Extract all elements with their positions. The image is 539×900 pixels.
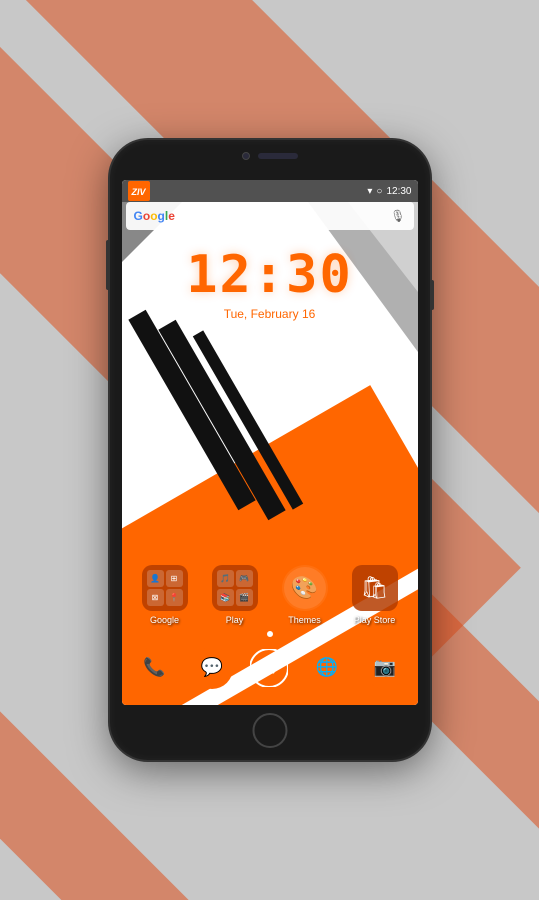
app-icons-row: 👤 ⊞ ⊠ 📍 Google 🎵 🎮 📚 🎬	[130, 565, 410, 625]
av-logo-text: ZIV	[132, 187, 146, 197]
phone-top-details	[242, 152, 298, 160]
play-store-label: Play Store	[354, 615, 396, 625]
status-bar: ZIV ▾ ○ 12:30	[122, 180, 418, 202]
app-play[interactable]: 🎵 🎮 📚 🎬 Play	[212, 565, 258, 625]
play-icon-grid: 🎵 🎮 📚 🎬	[217, 570, 253, 606]
play-grid-1: 🎵	[217, 570, 234, 587]
play-store-icon-bg: 🛍	[352, 565, 398, 611]
status-time: 12:30	[386, 186, 411, 197]
bottom-dock: 📞 💬 AV 🌐 📷	[126, 640, 414, 695]
play-grid-4: 🎬	[236, 589, 253, 606]
themes-label: Themes	[288, 615, 321, 625]
google-logo: Google	[134, 209, 175, 223]
google-grid-3: ⊠	[147, 589, 164, 606]
play-label: Play	[226, 615, 244, 625]
signal-icon: ○	[376, 186, 382, 197]
status-left: ZIV	[128, 181, 150, 201]
earpiece-speaker	[258, 153, 298, 159]
play-grid-3: 📚	[217, 589, 234, 606]
app-google[interactable]: 👤 ⊞ ⊠ 📍 Google	[142, 565, 188, 625]
page-indicator-dot	[267, 631, 273, 637]
av-logo-bg: ZIV	[128, 181, 150, 201]
phone-screen: ZIV ▾ ○ 12:30 Google 🎙 12:30 Tue, Februa…	[122, 180, 418, 705]
search-bar[interactable]: Google 🎙	[126, 202, 414, 230]
camera-icon: 📷	[373, 657, 395, 678]
wifi-icon: ▾	[367, 186, 372, 197]
google-label: Google	[150, 615, 179, 625]
play-store-bag-icon: 🛍	[361, 575, 389, 601]
dock-browser[interactable]: 🌐	[306, 647, 348, 689]
google-icon-bg: 👤 ⊞ ⊠ 📍	[142, 565, 188, 611]
dock-center-av[interactable]: AV	[248, 647, 290, 689]
phone-icon: 📞	[143, 657, 165, 678]
browser-icon: 🌐	[316, 657, 338, 678]
google-grid-2: ⊞	[166, 570, 183, 587]
google-icon-grid: 👤 ⊞ ⊠ 📍	[147, 570, 183, 606]
dock-phone[interactable]: 📞	[133, 647, 175, 689]
volume-button[interactable]	[106, 240, 110, 290]
dock-camera[interactable]: 📷	[364, 647, 406, 689]
app-play-store[interactable]: 🛍 Play Store	[352, 565, 398, 625]
clock-date: Tue, February 16	[122, 307, 418, 321]
messages-icon: 💬	[201, 657, 223, 678]
google-grid-4: 📍	[166, 589, 183, 606]
clock-widget: 12:30 Tue, February 16	[122, 245, 418, 321]
home-button[interactable]	[252, 713, 287, 748]
status-right: ▾ ○ 12:30	[367, 186, 411, 197]
clock-time: 12:30	[122, 245, 418, 305]
power-button[interactable]	[430, 280, 434, 310]
themes-palette-icon: 🎨	[291, 575, 318, 601]
dock-messages[interactable]: 💬	[191, 647, 233, 689]
svg-text:AV: AV	[259, 660, 280, 676]
front-camera	[242, 152, 250, 160]
play-grid-2: 🎮	[236, 570, 253, 587]
av-center-icon: AV	[250, 649, 288, 687]
play-icon-bg: 🎵 🎮 📚 🎬	[212, 565, 258, 611]
themes-icon-bg: 🎨	[282, 565, 328, 611]
google-grid-1: 👤	[147, 570, 164, 587]
av-logo: ZIV	[128, 181, 150, 201]
app-themes[interactable]: 🎨 Themes	[282, 565, 328, 625]
mic-icon[interactable]: 🎙	[390, 209, 405, 223]
phone-frame: ZIV ▾ ○ 12:30 Google 🎙 12:30 Tue, Februa…	[110, 140, 430, 760]
